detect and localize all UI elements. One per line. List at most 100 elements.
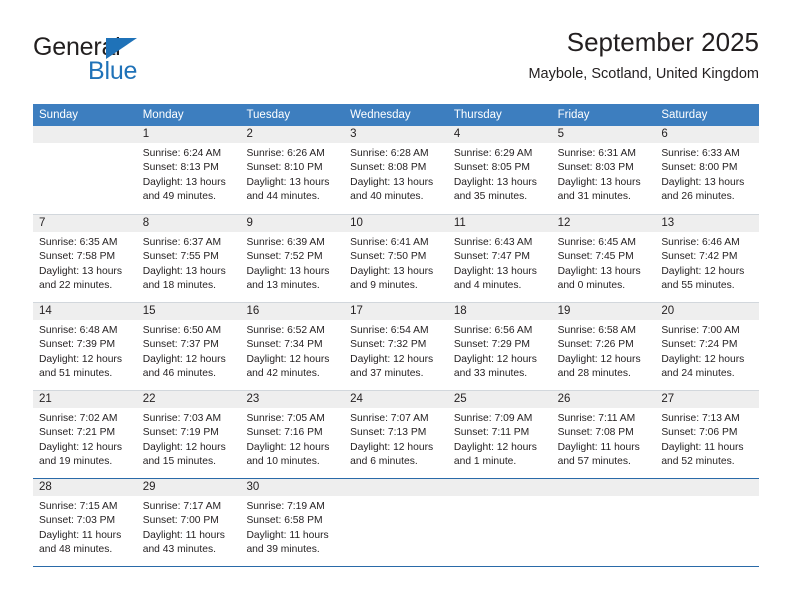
day-cell-17[interactable]: 17 Sunrise: 6:54 AM Sunset: 7:32 PM Dayligh… <box>344 303 448 390</box>
day-sun-info: Sunrise: 6:45 AM Sunset: 7:45 PM Daylight:… <box>552 232 656 294</box>
day-info-line: Sunrise: 6:35 AM <box>39 237 118 248</box>
day-info-line: and 6 minutes. <box>350 456 418 468</box>
day-sun-info: Sunrise: 6:26 AM Sunset: 8:10 PM Daylight:… <box>240 143 344 205</box>
weekday-header-tuesday: Tuesday <box>246 109 291 121</box>
day-info-line: Sunrise: 6:37 AM <box>142 237 222 248</box>
day-cell-5[interactable]: 5 Sunrise: 6:31 AM Sunset: 8:03 PM Daylight… <box>551 126 656 214</box>
day-info-line: and 40 minutes. <box>350 191 424 203</box>
day-info-line: Daylight: 13 hours <box>661 176 745 188</box>
day-sun-info: Sunrise: 6:56 AM Sunset: 7:29 PM Daylight:… <box>448 320 552 382</box>
calendar-week-row: 1 Sunrise: 6:24 AM Sunset: 8:13 PM Daylight… <box>33 126 760 214</box>
day-cell-22[interactable]: 22 Sunrise: 7:03 AM Sunset: 7:19 PM Dayligh… <box>136 391 241 478</box>
day-cell-2[interactable]: 2 Sunrise: 6:26 AM Sunset: 8:10 PM Daylight… <box>240 126 345 214</box>
day-sun-info: Sunrise: 6:50 AM Sunset: 7:37 PM Daylight:… <box>137 320 241 382</box>
day-sun-info: Sunrise: 7:13 AM Sunset: 7:06 PM Daylight:… <box>655 408 759 470</box>
day-info-line: and 26 minutes. <box>661 191 735 203</box>
day-number: 4 <box>447 126 552 143</box>
day-sun-info <box>448 496 552 500</box>
day-cell-6[interactable]: 6 Sunrise: 6:33 AM Sunset: 8:00 PM Daylight… <box>655 126 760 214</box>
day-number: 16 <box>240 303 345 320</box>
day-info-line: Daylight: 12 hours <box>350 441 434 453</box>
calendar-week-row: 14 Sunrise: 6:48 AM Sunset: 7:39 PM Dayligh… <box>33 302 760 390</box>
day-info-line: Sunrise: 6:29 AM <box>453 148 533 159</box>
day-sun-info: Sunrise: 7:00 AM Sunset: 7:24 PM Daylight:… <box>655 320 759 382</box>
general-blue-logo[interactable]: General Blue <box>33 34 213 92</box>
day-info-line: and 13 minutes. <box>246 280 320 292</box>
day-cell-4[interactable]: 4 Sunrise: 6:29 AM Sunset: 8:05 PM Daylight… <box>447 126 552 214</box>
day-cell-3[interactable]: 3 Sunrise: 6:28 AM Sunset: 8:08 PM Daylight… <box>344 126 448 214</box>
day-cell-12[interactable]: 12 Sunrise: 6:45 AM Sunset: 7:45 PM Dayligh… <box>551 215 656 302</box>
day-number: 9 <box>240 215 345 232</box>
day-number <box>655 479 760 496</box>
day-cell-7[interactable]: 7 Sunrise: 6:35 AM Sunset: 7:58 PM Daylight… <box>33 215 137 302</box>
day-info-line: Sunrise: 6:45 AM <box>557 237 637 248</box>
title-block: September 2025 Maybole, Scotland, United… <box>528 26 759 84</box>
day-cell-26[interactable]: 26 Sunrise: 7:11 AM Sunset: 7:08 PM Dayligh… <box>551 391 656 478</box>
day-cell-25[interactable]: 25 Sunrise: 7:09 AM Sunset: 7:11 PM Dayligh… <box>447 391 552 478</box>
day-info-line: Daylight: 13 hours <box>39 265 122 277</box>
triangle-logo-icon <box>106 38 137 59</box>
day-cell-14[interactable]: 14 Sunrise: 6:48 AM Sunset: 7:39 PM Dayligh… <box>33 303 137 390</box>
day-info-line: Sunrise: 6:41 AM <box>350 237 429 248</box>
day-info-line: Sunset: 7:45 PM <box>557 251 634 263</box>
day-info-line: Daylight: 12 hours <box>661 353 745 365</box>
day-sun-info: Sunrise: 6:31 AM Sunset: 8:03 PM Daylight:… <box>552 143 656 205</box>
day-info-line: Sunset: 7:50 PM <box>350 251 427 263</box>
day-info-line: Sunrise: 7:13 AM <box>661 413 740 424</box>
day-info-line: Sunrise: 6:50 AM <box>142 325 222 336</box>
page-title: September 2025 <box>566 27 759 57</box>
day-info-line: Daylight: 13 hours <box>246 265 330 277</box>
day-cell-19[interactable]: 19 Sunrise: 6:58 AM Sunset: 7:26 PM Dayligh… <box>551 303 656 390</box>
day-info-line: Daylight: 12 hours <box>453 353 537 365</box>
day-info-line: Daylight: 12 hours <box>246 353 330 365</box>
day-cell-23[interactable]: 23 Sunrise: 7:05 AM Sunset: 7:16 PM Dayligh… <box>240 391 345 478</box>
day-number: 12 <box>551 215 656 232</box>
day-cell-29[interactable]: 29 Sunrise: 7:17 AM Sunset: 7:00 PM Dayligh… <box>136 479 241 566</box>
day-info-line: Daylight: 12 hours <box>39 353 122 365</box>
day-sun-info: Sunrise: 6:35 AM Sunset: 7:58 PM Daylight:… <box>33 232 137 294</box>
day-number: 13 <box>655 215 760 232</box>
day-cell-20[interactable]: 20 Sunrise: 7:00 AM Sunset: 7:24 PM Dayligh… <box>655 303 760 390</box>
day-cell-empty <box>33 126 137 214</box>
day-cell-10[interactable]: 10 Sunrise: 6:41 AM Sunset: 7:50 PM Dayligh… <box>344 215 448 302</box>
day-number: 22 <box>136 391 241 408</box>
day-cell-27[interactable]: 27 Sunrise: 7:13 AM Sunset: 7:06 PM Dayligh… <box>655 391 760 478</box>
weekday-header-row: Sunday Monday Tuesday Wednesday Thursday Frid… <box>33 104 759 126</box>
day-cell-18[interactable]: 18 Sunrise: 6:56 AM Sunset: 7:29 PM Dayligh… <box>447 303 552 390</box>
day-sun-info <box>655 496 759 500</box>
day-cell-30[interactable]: 30 Sunrise: 7:19 AM Sunset: 6:58 PM Dayligh… <box>240 479 345 566</box>
weekday-header-monday: Monday <box>142 109 184 121</box>
day-cell-28[interactable]: 28 Sunrise: 7:15 AM Sunset: 7:03 PM Dayligh… <box>33 479 137 566</box>
masthead: General Blue September 2025 Maybole, Sco… <box>33 26 759 96</box>
day-info-line: Sunrise: 6:33 AM <box>661 148 740 159</box>
day-info-line: Sunset: 7:58 PM <box>39 251 116 263</box>
day-info-line: Daylight: 12 hours <box>350 353 434 365</box>
day-number: 23 <box>240 391 345 408</box>
day-info-line: Sunrise: 7:00 AM <box>661 325 740 336</box>
day-info-line: Sunrise: 6:39 AM <box>246 237 325 248</box>
day-info-line: Sunset: 7:55 PM <box>142 251 219 263</box>
day-cell-21[interactable]: 21 Sunrise: 7:02 AM Sunset: 7:21 PM Dayligh… <box>33 391 137 478</box>
day-cell-15[interactable]: 15 Sunrise: 6:50 AM Sunset: 7:37 PM Dayligh… <box>136 303 241 390</box>
day-number <box>33 126 137 143</box>
day-info-line: Sunrise: 6:43 AM <box>453 237 533 248</box>
day-info-line: Sunrise: 7:05 AM <box>246 413 325 424</box>
day-info-line: Daylight: 13 hours <box>557 176 641 188</box>
day-info-line: and 37 minutes. <box>350 368 424 380</box>
day-info-line: Sunset: 7:24 PM <box>661 339 738 351</box>
day-info-line: Sunrise: 7:11 AM <box>557 413 636 424</box>
day-cell-11[interactable]: 11 Sunrise: 6:43 AM Sunset: 7:47 PM Dayligh… <box>447 215 552 302</box>
day-info-line: and 31 minutes. <box>557 191 631 203</box>
day-cell-1[interactable]: 1 Sunrise: 6:24 AM Sunset: 8:13 PM Daylight… <box>136 126 241 214</box>
day-info-line: and 35 minutes. <box>453 191 528 203</box>
day-cell-13[interactable]: 13 Sunrise: 6:46 AM Sunset: 7:42 PM Dayligh… <box>655 215 760 302</box>
day-cell-16[interactable]: 16 Sunrise: 6:52 AM Sunset: 7:34 PM Dayligh… <box>240 303 345 390</box>
day-info-line: Daylight: 13 hours <box>453 176 537 188</box>
day-cell-24[interactable]: 24 Sunrise: 7:07 AM Sunset: 7:13 PM Dayligh… <box>344 391 448 478</box>
day-number: 21 <box>33 391 137 408</box>
day-info-line: Daylight: 11 hours <box>661 441 744 453</box>
grid-bottom-rule <box>33 566 759 567</box>
day-number: 14 <box>33 303 137 320</box>
day-cell-9[interactable]: 9 Sunrise: 6:39 AM Sunset: 7:52 PM Daylight… <box>240 215 345 302</box>
day-cell-8[interactable]: 8 Sunrise: 6:37 AM Sunset: 7:55 PM Daylight… <box>136 215 241 302</box>
